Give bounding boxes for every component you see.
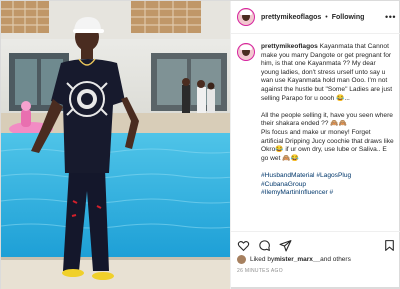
liked-prefix: Liked by — [250, 256, 275, 263]
liker-avatar[interactable] — [237, 255, 246, 264]
action-bar — [231, 231, 400, 253]
header-username[interactable]: prettymikeoflagos — [261, 14, 321, 21]
instagram-post: prettymikeoflagos • Following ••• pretty… — [0, 0, 400, 289]
share-icon[interactable] — [279, 239, 292, 252]
comment-icon[interactable] — [258, 239, 271, 252]
photo-illustration — [1, 1, 230, 289]
caption-row: prettymikeoflagos Kayanmata that Cannot … — [237, 43, 396, 198]
avatar[interactable] — [237, 8, 255, 26]
caption-paragraph-1: prettymikeoflagos Kayanmata that Cannot … — [261, 43, 394, 103]
post-timestamp[interactable]: 26 MINUTES AGO — [237, 268, 283, 274]
caption-username[interactable]: prettymikeoflagos — [261, 43, 318, 50]
hashtag-line[interactable]: #HusbandMaterial #LagosPlug — [261, 172, 394, 181]
caption-paragraph-2: All the people selling it, have you seen… — [261, 111, 394, 162]
hashtag-line[interactable]: #IlemyMartinInfluencer # — [261, 189, 394, 198]
caption-area: prettymikeoflagos Kayanmata that Cannot … — [231, 35, 400, 225]
more-icon[interactable]: ••• — [385, 12, 396, 22]
liked-suffix[interactable]: and others — [320, 256, 351, 263]
separator-dot: • — [325, 13, 328, 21]
post-photo[interactable] — [1, 1, 230, 289]
post-header: prettymikeoflagos • Following ••• — [231, 1, 400, 34]
hashtag-line[interactable]: #CubanaGroup — [261, 181, 394, 190]
liker-username[interactable]: mister_marx__ — [274, 256, 320, 263]
hashtag-list: #HusbandMaterial #LagosPlug #CubanaGroup… — [261, 172, 394, 198]
post-details: prettymikeoflagos • Following ••• pretty… — [230, 1, 400, 289]
avatar-cap — [240, 10, 252, 15]
caption-body-1: Kayanmata that Cannot make you marry Dan… — [261, 43, 393, 102]
avatar-cap — [240, 45, 252, 50]
caption-text: prettymikeoflagos Kayanmata that Cannot … — [261, 43, 394, 198]
following-button[interactable]: Following — [332, 14, 365, 21]
liked-by: Liked by mister_marx__ and others — [237, 255, 351, 264]
bookmark-icon[interactable] — [383, 239, 396, 252]
caption-avatar[interactable] — [237, 43, 255, 61]
heart-icon[interactable] — [237, 239, 250, 252]
